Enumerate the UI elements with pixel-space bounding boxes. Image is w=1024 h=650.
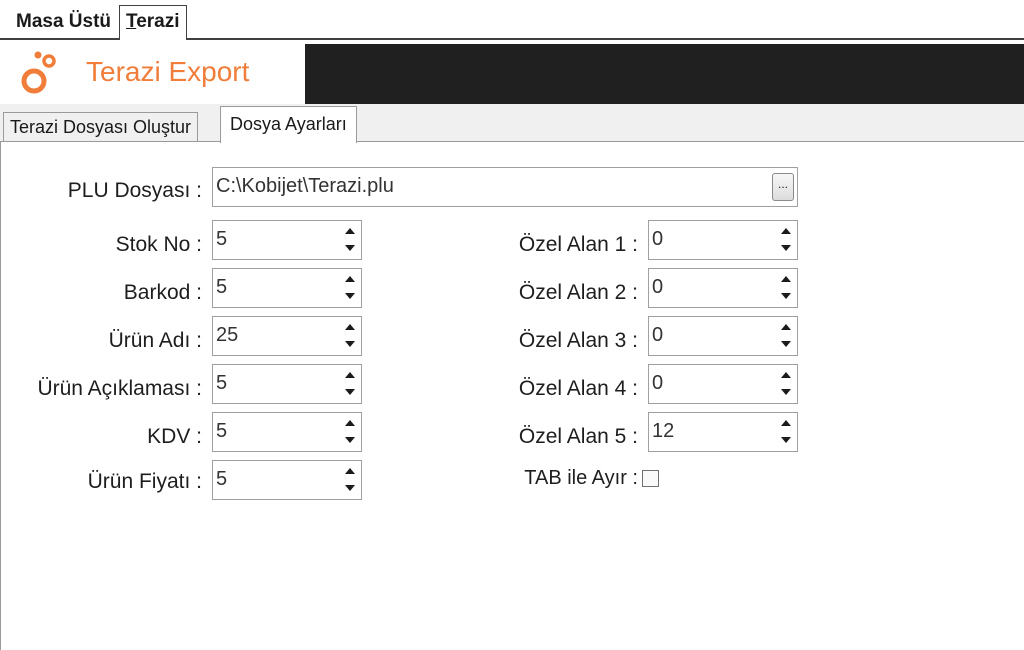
tab-separator-label: TAB ile Ayır : (524, 467, 638, 489)
spin-up-icon[interactable] (341, 319, 359, 336)
ozel-alan-2-value: 0 (652, 276, 664, 298)
urun-adi-value: 25 (216, 324, 239, 346)
ozel-alan-2-stepper[interactable]: 0 (648, 268, 798, 308)
tab-terazi-label: erazi (136, 11, 180, 32)
kdv-value: 5 (216, 420, 228, 442)
settings-tab-strip: Terazi Dosyası Oluştur Dosya Ayarları (0, 104, 1024, 143)
ozel-alan-1-stepper[interactable]: 0 (648, 220, 798, 260)
spin-up-icon[interactable] (777, 271, 795, 288)
browse-button[interactable]: ... (772, 173, 794, 201)
spin-down-icon[interactable] (341, 288, 359, 305)
app-header: Terazi Export (0, 40, 1024, 104)
ozel-alan-4-stepper[interactable]: 0 (648, 364, 798, 404)
ozel-alan-1-value: 0 (652, 228, 664, 250)
tab-dosya-ayarlari[interactable]: Dosya Ayarları (220, 106, 357, 143)
stok-no-value: 5 (216, 228, 228, 250)
urun-aciklamasi-label: Ürün Açıklaması : (37, 377, 202, 400)
kdv-stepper[interactable]: 5 (212, 412, 362, 452)
barkod-value: 5 (216, 276, 228, 298)
urun-fiyati-stepper[interactable]: 5 (212, 460, 362, 500)
spin-down-icon[interactable] (777, 336, 795, 353)
spin-down-icon[interactable] (341, 480, 359, 497)
spin-up-icon[interactable] (341, 223, 359, 240)
ozel-alan-4-label: Özel Alan 4 : (518, 377, 638, 400)
barkod-stepper[interactable]: 5 (212, 268, 362, 308)
urun-fiyati-label: Ürün Fiyatı : (87, 470, 202, 493)
ozel-alan-3-stepper[interactable]: 0 (648, 316, 798, 356)
app-title: Terazi Export (86, 56, 250, 87)
ozel-alan-5-label: Özel Alan 5 : (518, 425, 638, 448)
ozel-alan-5-stepper[interactable]: 12 (648, 412, 798, 452)
header-dark-bar (305, 44, 1024, 104)
tab-terazi[interactable]: Terazi (119, 5, 187, 40)
urun-aciklamasi-value: 5 (216, 372, 228, 394)
stok-no-stepper[interactable]: 5 (212, 220, 362, 260)
spin-up-icon[interactable] (341, 415, 359, 432)
spin-down-icon[interactable] (341, 240, 359, 257)
spin-up-icon[interactable] (777, 319, 795, 336)
ozel-alan-5-value: 12 (652, 420, 675, 442)
spin-down-icon[interactable] (777, 288, 795, 305)
urun-fiyati-value: 5 (216, 468, 228, 490)
ozel-alan-1-label: Özel Alan 1 : (518, 233, 638, 256)
kdv-label: KDV : (147, 425, 202, 448)
plu-file-label: PLU Dosyası : (67, 179, 202, 202)
spin-up-icon[interactable] (777, 367, 795, 384)
spin-down-icon[interactable] (777, 384, 795, 401)
stok-no-label: Stok No : (115, 233, 202, 256)
plu-file-value: C:\Kobijet\Terazi.plu (216, 175, 394, 197)
spin-down-icon[interactable] (777, 240, 795, 257)
ozel-alan-3-value: 0 (652, 324, 664, 346)
spin-down-icon[interactable] (341, 432, 359, 449)
spin-down-icon[interactable] (341, 336, 359, 353)
ozel-alan-2-label: Özel Alan 2 : (518, 281, 638, 304)
urun-adi-stepper[interactable]: 25 (212, 316, 362, 356)
spin-up-icon[interactable] (341, 463, 359, 480)
tab-masa-ustu[interactable]: Masa Üstü (10, 6, 117, 38)
ozel-alan-3-label: Özel Alan 3 : (518, 329, 638, 352)
ozel-alan-4-value: 0 (652, 372, 664, 394)
tab-separator-checkbox[interactable] (642, 470, 659, 487)
spin-down-icon[interactable] (777, 432, 795, 449)
urun-adi-label: Ürün Adı : (108, 329, 202, 352)
spin-up-icon[interactable] (777, 415, 795, 432)
barkod-label: Barkod : (123, 281, 202, 304)
spin-up-icon[interactable] (341, 367, 359, 384)
plu-file-input[interactable]: C:\Kobijet\Terazi.plu ... (212, 167, 798, 207)
spin-up-icon[interactable] (777, 223, 795, 240)
logo-icon (21, 51, 56, 94)
spin-down-icon[interactable] (341, 384, 359, 401)
urun-aciklamasi-stepper[interactable]: 5 (212, 364, 362, 404)
tab-terazi-mnemonic: T (126, 11, 137, 32)
spin-up-icon[interactable] (341, 271, 359, 288)
top-tab-strip: Masa Üstü Terazi (0, 0, 1024, 40)
tab-terazi-dosyasi-olustur[interactable]: Terazi Dosyası Oluştur (3, 112, 199, 142)
